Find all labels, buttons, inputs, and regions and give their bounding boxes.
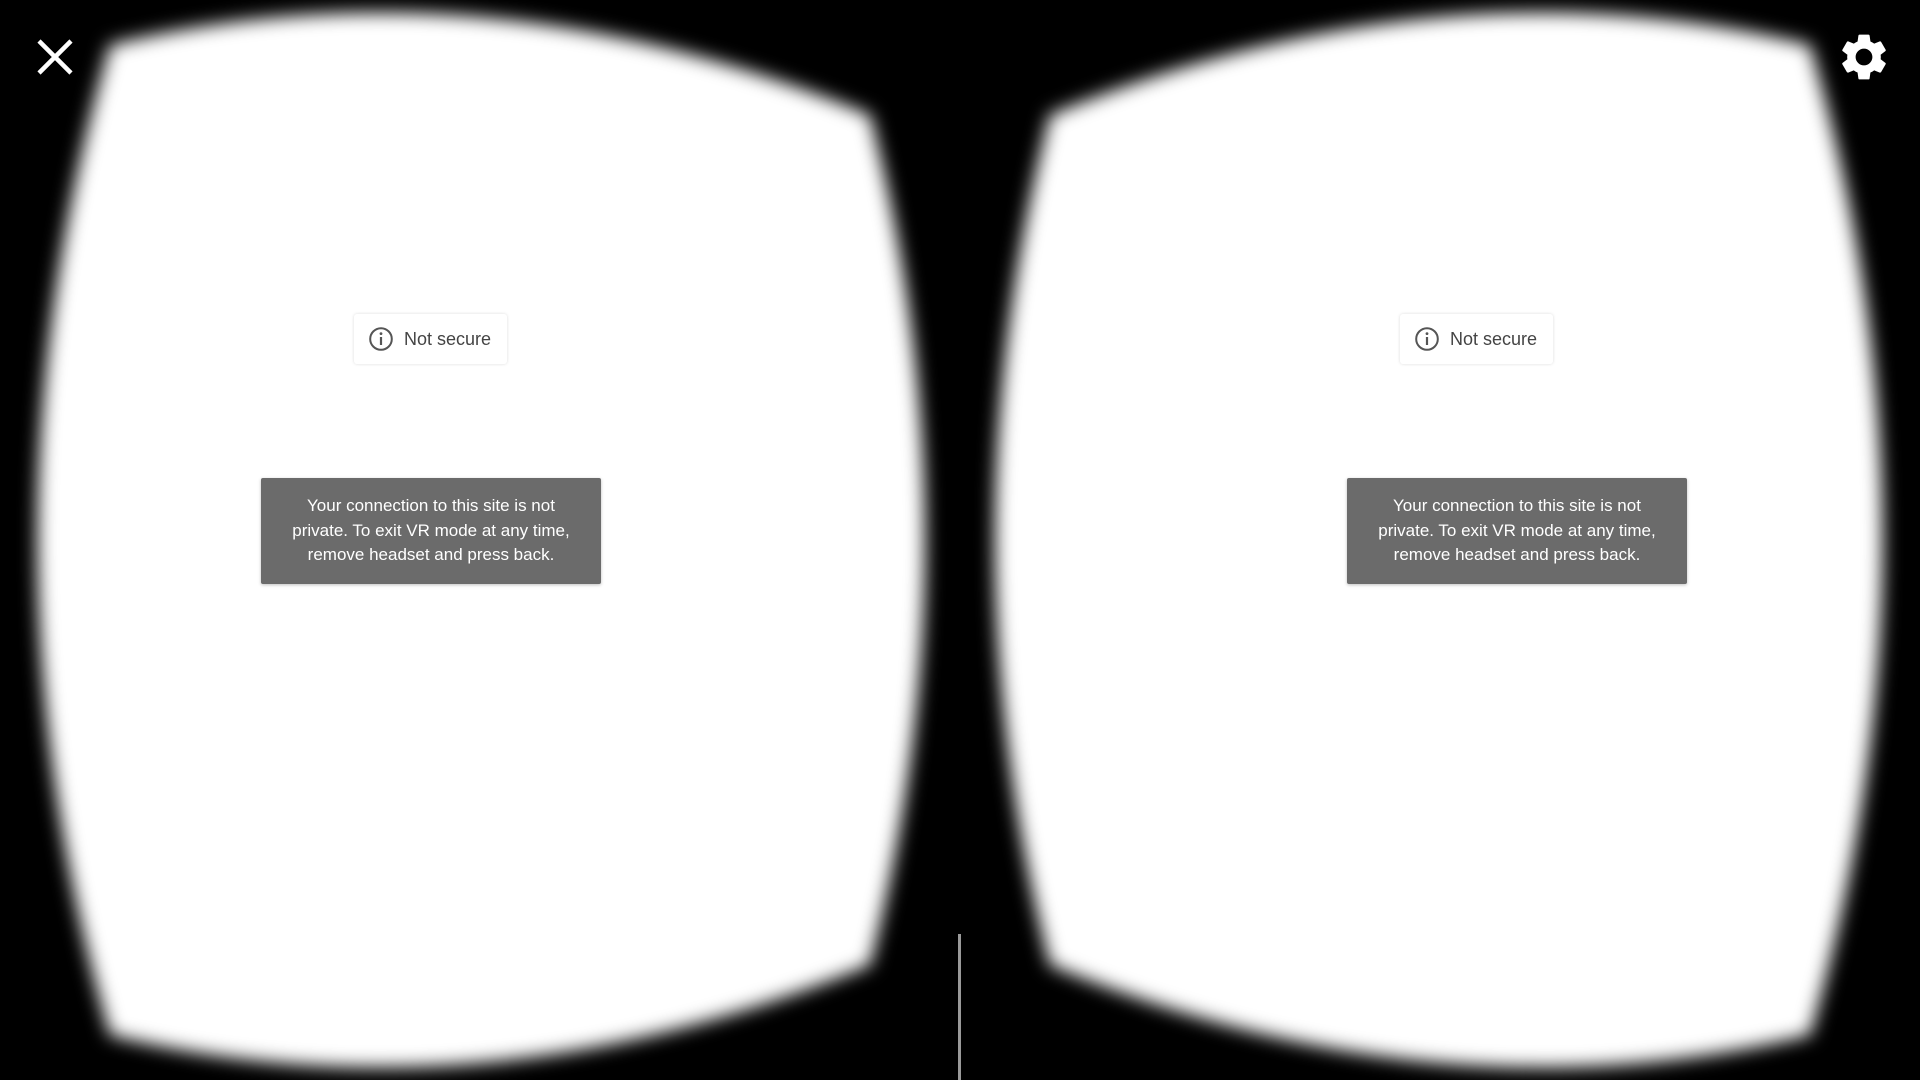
security-chip[interactable]: Not secure xyxy=(354,314,508,364)
security-chip-label: Not secure xyxy=(1450,328,1538,349)
settings-button[interactable] xyxy=(1829,22,1899,92)
vr-viewer: Not secure Your connection to this site … xyxy=(0,0,1920,1080)
eye-divider-line xyxy=(958,934,961,1080)
left-eye-view: Not secure Your connection to this site … xyxy=(0,0,960,1080)
info-icon xyxy=(1415,327,1439,351)
close-button[interactable] xyxy=(20,22,90,92)
close-icon xyxy=(37,39,73,75)
vr-exit-toast: Your connection to this site is not priv… xyxy=(261,478,601,584)
gear-icon xyxy=(1842,34,1886,80)
info-icon xyxy=(369,327,393,351)
security-chip-label: Not secure xyxy=(404,328,492,349)
security-chip[interactable]: Not secure xyxy=(1400,314,1554,364)
vr-exit-toast: Your connection to this site is not priv… xyxy=(1347,478,1687,584)
right-eye-view: Not secure Your connection to this site … xyxy=(960,0,1920,1080)
